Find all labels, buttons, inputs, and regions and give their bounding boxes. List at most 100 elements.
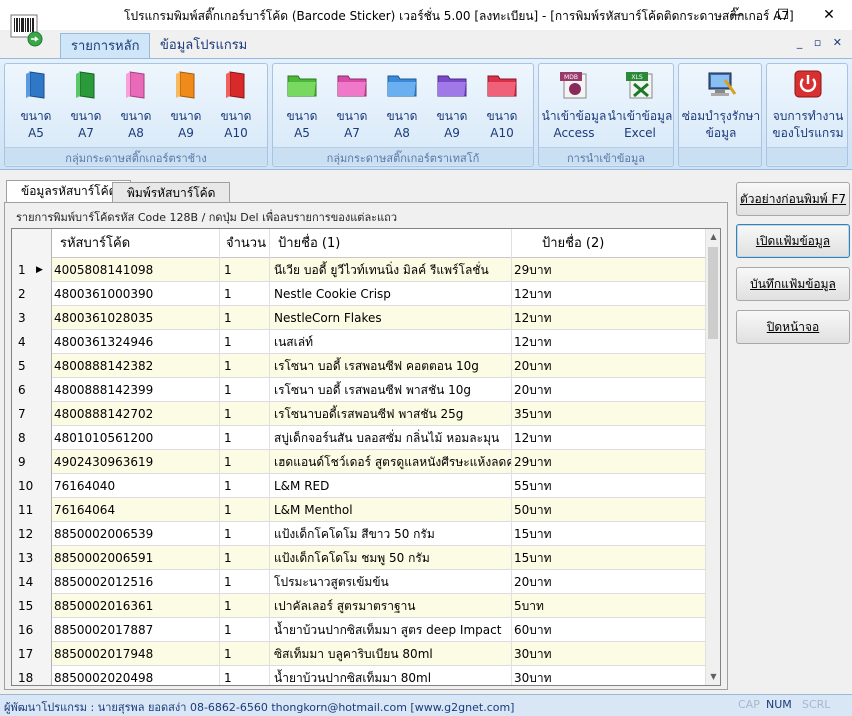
- table-row[interactable]: 15 8850002016361 1 เปาคัลเลอร์ สูตรมาตราฐาน…: [12, 594, 706, 618]
- name1-cell[interactable]: แป้งเด็กโคโดโม สีขาว 50 กรัม: [270, 522, 512, 546]
- close-button[interactable]: ✕: [806, 0, 852, 30]
- table-row[interactable]: 10 76164040 1 L&M RED 55บาท: [12, 474, 706, 498]
- table-row[interactable]: 5 4800888142382 1 เรโซนา บอดี้ เรสพอนซีฟ คอ…: [12, 354, 706, 378]
- table-row[interactable]: 16 8850002017887 1 น้ำยาบ้วนปากซิสเท็มมา สู…: [12, 618, 706, 642]
- qty-cell[interactable]: 1: [220, 378, 270, 402]
- elephant-a9-button[interactable]: ขนาด A9: [161, 68, 211, 148]
- name1-cell[interactable]: นีเวีย บอดี้ ยูวีไวท์เทนนิ่ง มิลค์ รีแพร…: [270, 258, 512, 282]
- name1-cell[interactable]: เรโซนา บอดี้ เรสพอนซีฟ คอตตอน 10g: [270, 354, 512, 378]
- table-row[interactable]: 6 4800888142399 1 เรโซนา บอดี้ เรสพอนซีฟ พา…: [12, 378, 706, 402]
- table-row[interactable]: 8 4801010561200 1 สบู่เด็กจอร์นสัน บลอสซั่ม…: [12, 426, 706, 450]
- qty-cell[interactable]: 1: [220, 570, 270, 594]
- qty-cell[interactable]: 1: [220, 474, 270, 498]
- name2-cell[interactable]: 20บาท: [512, 354, 706, 378]
- barcode-cell[interactable]: 8850002017948: [52, 642, 220, 666]
- barcode-cell[interactable]: 8850002006539: [52, 522, 220, 546]
- table-row[interactable]: 18 8850002020498 1 น้ำยาบ้วนปากซิสเท็มมา 80…: [12, 666, 706, 685]
- tab-program-info[interactable]: ข้อมูลโปรแกรม: [150, 33, 257, 60]
- qty-cell[interactable]: 1: [220, 498, 270, 522]
- header-qty[interactable]: จำนวน: [220, 229, 270, 258]
- name1-cell[interactable]: เรโซนาบอดี้เรสพอนซีฟ พาสชัน 25g: [270, 402, 512, 426]
- barcode-cell[interactable]: 4005808141098: [52, 258, 220, 282]
- name1-cell[interactable]: เรโซนา บอดี้ เรสพอนซีฟ พาสชัน 10g: [270, 378, 512, 402]
- elephant-a5-button[interactable]: ขนาด A5: [11, 68, 61, 148]
- tesco-a10-button[interactable]: ขนาด A10: [477, 68, 527, 148]
- barcode-app-icon[interactable]: [10, 14, 44, 48]
- table-row[interactable]: 1 4005808141098 1 นีเวีย บอดี้ ยูวีไวท์เทนน…: [12, 258, 706, 282]
- table-row[interactable]: 14 8850002012516 1 โปรมะนาวสูตรเข้มข้น 20บาท: [12, 570, 706, 594]
- name2-cell[interactable]: 12บาท: [512, 426, 706, 450]
- qty-cell[interactable]: 1: [220, 618, 270, 642]
- barcode-cell[interactable]: 4800888142382: [52, 354, 220, 378]
- qty-cell[interactable]: 1: [220, 426, 270, 450]
- qty-cell[interactable]: 1: [220, 450, 270, 474]
- table-row[interactable]: 7 4800888142702 1 เรโซนาบอดี้เรสพอนซีฟ พาสช…: [12, 402, 706, 426]
- scroll-up-arrow-icon[interactable]: ▲: [706, 229, 720, 245]
- header-name1[interactable]: ป้ายชื่อ (1): [270, 229, 512, 258]
- name1-cell[interactable]: L&M Menthol: [270, 498, 512, 522]
- header-barcode[interactable]: รหัสบาร์โค้ด: [52, 229, 220, 258]
- print-preview-button[interactable]: ตัวอย่างก่อนพิมพ์ F7: [736, 182, 850, 216]
- name2-cell[interactable]: 12บาท: [512, 306, 706, 330]
- close-screen-button[interactable]: ปิดหน้าจอ: [736, 310, 850, 344]
- name1-cell[interactable]: เฮดแอนด์โชว์เดอร์ สูตรดูแลหนังศีรษะแห้งล…: [270, 450, 512, 474]
- name2-cell[interactable]: 50บาท: [512, 498, 706, 522]
- name2-cell[interactable]: 29บาท: [512, 258, 706, 282]
- tesco-a7-button[interactable]: ขนาด A7: [327, 68, 377, 148]
- table-row[interactable]: 4 4800361324946 1 เนสเล่ท์ 12บาท: [12, 330, 706, 354]
- scroll-thumb[interactable]: [708, 247, 718, 339]
- barcode-cell[interactable]: 4800361000390: [52, 282, 220, 306]
- name2-cell[interactable]: 12บาท: [512, 330, 706, 354]
- qty-cell[interactable]: 1: [220, 666, 270, 685]
- table-row[interactable]: 13 8850002006591 1 แป้งเด็กโคโดโม ชมพู 50 ก…: [12, 546, 706, 570]
- barcode-cell[interactable]: 8850002020498: [52, 666, 220, 685]
- barcode-cell[interactable]: 8850002016361: [52, 594, 220, 618]
- name2-cell[interactable]: 15บาท: [512, 546, 706, 570]
- table-row[interactable]: 9 4902430963619 1 เฮดแอนด์โชว์เดอร์ สูตรดูแ…: [12, 450, 706, 474]
- table-row[interactable]: 12 8850002006539 1 แป้งเด็กโคโดโม สีขาว 50 …: [12, 522, 706, 546]
- elephant-a10-button[interactable]: ขนาด A10: [211, 68, 261, 148]
- name2-cell[interactable]: 15บาท: [512, 522, 706, 546]
- name2-cell[interactable]: 60บาท: [512, 618, 706, 642]
- tab-main[interactable]: รายการหลัก: [60, 33, 151, 60]
- name1-cell[interactable]: ซิสเท็มมา บลูคาริบเบียน 80ml: [270, 642, 512, 666]
- barcode-cell[interactable]: 4800888142399: [52, 378, 220, 402]
- name2-cell[interactable]: 29บาท: [512, 450, 706, 474]
- name1-cell[interactable]: NestleCorn Flakes: [270, 306, 512, 330]
- name1-cell[interactable]: สบู่เด็กจอร์นสัน บลอสซั่ม กลิ่นไม้ หอมละ…: [270, 426, 512, 450]
- maintenance-button[interactable]: ซ่อมบำรุงรักษา ข้อมูล: [681, 68, 761, 148]
- tesco-a8-button[interactable]: ขนาด A8: [377, 68, 427, 148]
- qty-cell[interactable]: 1: [220, 594, 270, 618]
- barcode-cell[interactable]: 4800361028035: [52, 306, 220, 330]
- barcode-cell[interactable]: 76164064: [52, 498, 220, 522]
- qty-cell[interactable]: 1: [220, 330, 270, 354]
- import-access-button[interactable]: MDB นำเข้าข้อมูล Access: [541, 68, 607, 148]
- barcode-grid[interactable]: รหัสบาร์โค้ด จำนวน ป้ายชื่อ (1) ป้ายชื่อ…: [11, 228, 721, 686]
- header-name2[interactable]: ป้ายชื่อ (2): [512, 229, 706, 258]
- qty-cell[interactable]: 1: [220, 282, 270, 306]
- name2-cell[interactable]: 20บาท: [512, 378, 706, 402]
- barcode-cell[interactable]: 4800361324946: [52, 330, 220, 354]
- import-excel-button[interactable]: XLS นำเข้าข้อมูล Excel: [607, 68, 673, 148]
- name1-cell[interactable]: L&M RED: [270, 474, 512, 498]
- minimize-button[interactable]: —: [714, 0, 760, 30]
- elephant-a7-button[interactable]: ขนาด A7: [61, 68, 111, 148]
- mdi-window-controls[interactable]: _ ▫ ✕: [797, 36, 846, 49]
- table-row[interactable]: 3 4800361028035 1 NestleCorn Flakes 12บาท: [12, 306, 706, 330]
- qty-cell[interactable]: 1: [220, 354, 270, 378]
- open-file-button[interactable]: เปิดแฟ้มข้อมูล: [736, 224, 850, 258]
- name1-cell[interactable]: น้ำยาบ้วนปากซิสเท็มมา สูตร deep Impact: [270, 618, 512, 642]
- barcode-cell[interactable]: 8850002006591: [52, 546, 220, 570]
- barcode-cell[interactable]: 8850002017887: [52, 618, 220, 642]
- scroll-down-arrow-icon[interactable]: ▼: [706, 669, 720, 685]
- name2-cell[interactable]: 12บาท: [512, 282, 706, 306]
- name2-cell[interactable]: 20บาท: [512, 570, 706, 594]
- name1-cell[interactable]: เนสเล่ท์: [270, 330, 512, 354]
- table-row[interactable]: 2 4800361000390 1 Nestle Cookie Crisp 12บาท: [12, 282, 706, 306]
- table-row[interactable]: 11 76164064 1 L&M Menthol 50บาท: [12, 498, 706, 522]
- barcode-cell[interactable]: 4801010561200: [52, 426, 220, 450]
- qty-cell[interactable]: 1: [220, 522, 270, 546]
- save-file-button[interactable]: บันทึกแฟ้มข้อมูล: [736, 267, 850, 301]
- elephant-a8-button[interactable]: ขนาด A8: [111, 68, 161, 148]
- name1-cell[interactable]: แป้งเด็กโคโดโม ชมพู 50 กรัม: [270, 546, 512, 570]
